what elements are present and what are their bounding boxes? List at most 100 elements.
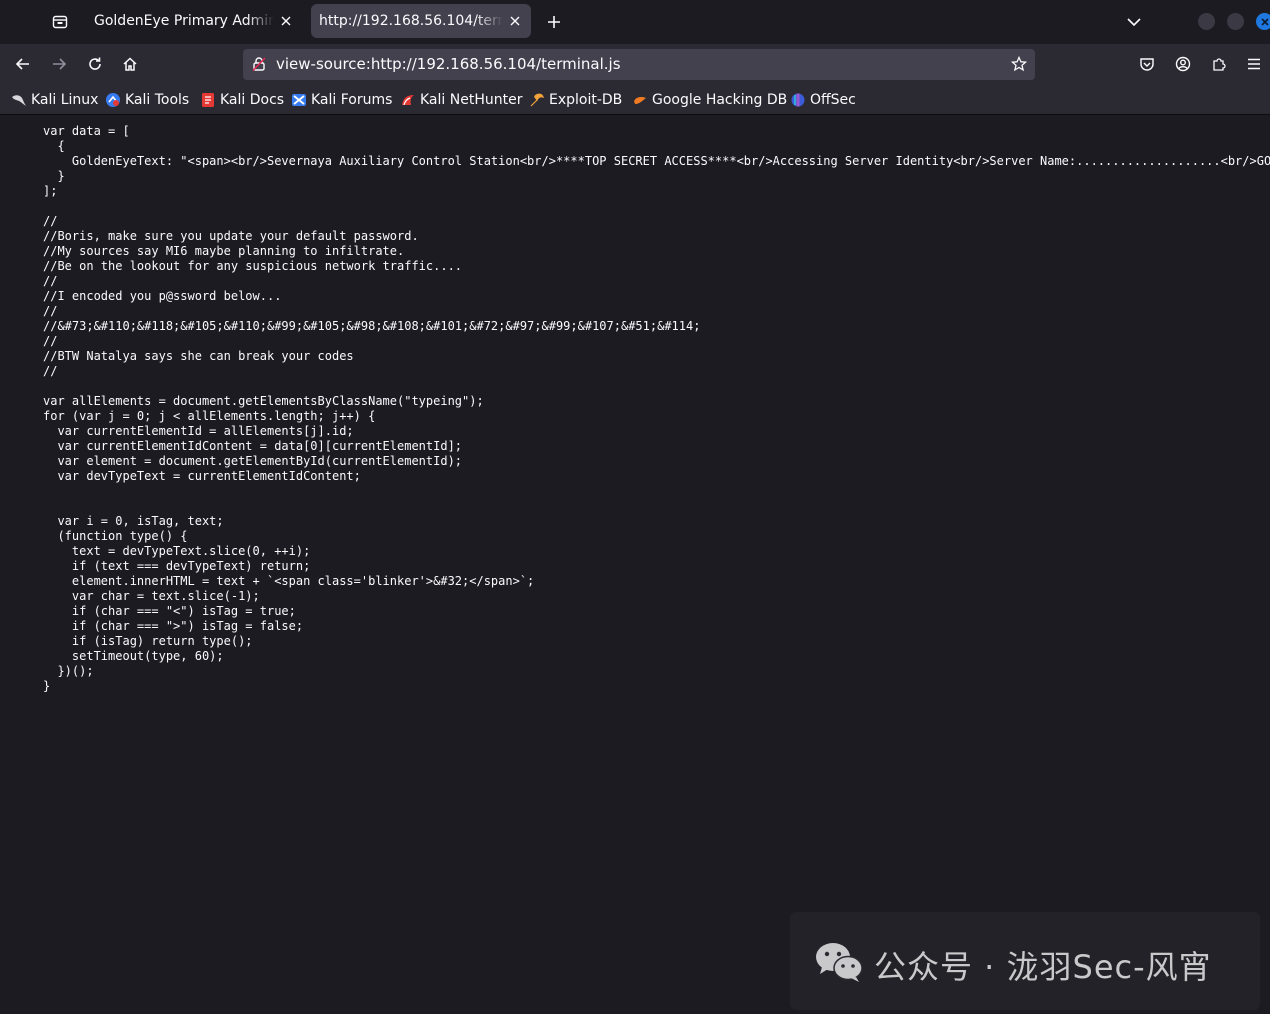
back-button[interactable] (7, 48, 39, 80)
source-line: for (var j = 0; j < allElements.length; … (43, 409, 376, 423)
maximize-window-button[interactable] (1227, 13, 1244, 30)
bookmark-kali-docs[interactable]: Kali Docs (200, 89, 284, 111)
account-icon (1175, 56, 1191, 72)
new-tab-button[interactable] (540, 8, 568, 36)
insecure-lock-icon[interactable] (251, 56, 267, 72)
source-line: // (43, 334, 58, 348)
source-line: var devTypeText = currentElementIdConten… (43, 469, 361, 483)
bookmark-label: Kali NetHunter (420, 92, 523, 108)
bookmark-label: Kali Tools (125, 92, 190, 108)
menu-button[interactable] (1238, 48, 1270, 80)
source-line: ]; (43, 184, 58, 198)
source-line: var currentElementId = allElements[j].id… (43, 424, 354, 438)
source-line: // (43, 304, 58, 318)
bookmark-offsec[interactable]: OffSec (790, 89, 856, 111)
source-line: })(); (43, 664, 94, 678)
bookmark-label: Google Hacking DB (652, 92, 788, 108)
wechat-icon (816, 943, 863, 982)
reload-button[interactable] (79, 48, 111, 80)
kali-nethunter-icon (400, 92, 416, 108)
source-line: var currentElementIdContent = data[0][cu… (43, 439, 463, 453)
watermark-text: 公众号 · 泷羽Sec-风宵 (874, 948, 1212, 986)
forward-button[interactable] (43, 48, 75, 80)
home-button[interactable] (114, 48, 146, 80)
arrow-left-icon (15, 58, 29, 70)
source-line: GoldenEyeText: "<span><br/>Severnaya Aux… (43, 154, 1270, 168)
source-line: //&#73;&#110;&#118;&#105;&#110;&#99;&#10… (43, 319, 701, 333)
puzzle-icon (1213, 58, 1226, 71)
pocket-button[interactable] (1131, 48, 1163, 80)
source-line: var i = 0, isTag, text; (43, 514, 224, 528)
kali-tools-icon (105, 92, 121, 108)
bookmark-label: Exploit-DB (549, 92, 623, 108)
source-line: //I encoded you p@ssword below... (43, 289, 282, 303)
extensions-button[interactable] (1203, 48, 1235, 80)
source-line: if (isTag) return type(); (43, 634, 253, 648)
close-icon (1260, 17, 1269, 26)
source-line: var char = text.slice(-1); (43, 589, 260, 603)
watermark: 公众号 · 泷羽Sec-风宵 (790, 912, 1260, 1010)
source-line: //Be on the lookout for any suspicious n… (43, 259, 463, 273)
close-tab-button[interactable] (278, 13, 294, 29)
bookmarks-toolbar: Kali Linux Kali Tools Kali Docs Kali For… (0, 85, 1270, 115)
source-line: (function type() { (43, 529, 188, 543)
source-line: //Boris, make sure you update your defau… (43, 229, 419, 243)
bookmark-exploit-db[interactable]: Exploit-DB (529, 89, 622, 111)
firefox-view-icon (52, 15, 68, 29)
tab-terminal-js[interactable]: http://192.168.56.104/termin (311, 4, 531, 38)
source-line: setTimeout(type, 60); (43, 649, 224, 663)
source-line: if (char === ">") isTag = false; (43, 619, 304, 633)
tab-goldeneye-admin[interactable]: GoldenEye Primary Admin Se (86, 4, 302, 38)
navigation-toolbar: view-source:http://192.168.56.104/termin… (0, 44, 1270, 85)
bookmark-google-hacking-db[interactable]: Google Hacking DB (632, 89, 787, 111)
kali-docs-icon (200, 92, 216, 108)
view-source-content: var data = [ { GoldenEyeText: "<span><br… (0, 116, 1270, 1014)
bookmark-kali-tools[interactable]: Kali Tools (105, 89, 189, 111)
plus-icon (548, 16, 560, 28)
source-line: var data = [ (43, 124, 130, 138)
kali-dragon-icon (11, 92, 27, 108)
tab-title: http://192.168.56.104/termin (319, 13, 503, 29)
source-line: var element = document.getElementById(cu… (43, 454, 463, 468)
source-line: if (text === devTypeText) return; (43, 559, 311, 573)
source-line: // (43, 274, 58, 288)
source-line: // (43, 364, 58, 378)
url-text: view-source:http://192.168.56.104/termin… (276, 55, 621, 73)
exploit-db-icon (529, 92, 545, 108)
star-icon (1011, 56, 1027, 72)
close-tab-button[interactable] (507, 13, 523, 29)
bookmark-label: Kali Docs (220, 92, 285, 108)
close-icon (510, 16, 520, 26)
pocket-icon (1140, 58, 1154, 71)
source-line: if (char === "<") isTag = true; (43, 604, 296, 618)
source-line: } (43, 169, 65, 183)
source-line: { (43, 139, 65, 153)
source-line: } (43, 679, 51, 693)
source-line: //My sources say MI6 maybe planning to i… (43, 244, 405, 258)
source-line: element.innerHTML = text + `<span class=… (43, 574, 535, 588)
source-code: var data = [ { GoldenEyeText: "<span><br… (43, 124, 1270, 694)
source-line: text = devTypeText.slice(0, ++i); (43, 544, 311, 558)
firefox-view-button[interactable] (44, 6, 76, 38)
chevron-down-icon (1127, 18, 1141, 27)
list-all-tabs-button[interactable] (1120, 8, 1148, 36)
close-window-button[interactable] (1256, 13, 1270, 30)
offsec-icon (790, 92, 806, 108)
close-icon (281, 16, 291, 26)
bookmark-label: Kali Linux (31, 92, 99, 108)
ghdb-icon (632, 92, 648, 108)
source-line: var allElements = document.getElementsBy… (43, 394, 484, 408)
account-button[interactable] (1167, 48, 1199, 80)
kali-forums-icon (291, 92, 307, 108)
bookmark-star-button[interactable] (1009, 54, 1029, 74)
bookmark-kali-forums[interactable]: Kali Forums (291, 89, 392, 111)
reload-icon (89, 57, 101, 70)
minimize-window-button[interactable] (1198, 13, 1215, 30)
bookmark-label: Kali Forums (311, 92, 393, 108)
address-bar[interactable]: view-source:http://192.168.56.104/termin… (243, 49, 1035, 80)
bookmark-kali-nethunter[interactable]: Kali NetHunter (400, 89, 522, 111)
arrow-right-icon (53, 58, 67, 70)
home-icon (123, 57, 137, 71)
bookmark-kali-linux[interactable]: Kali Linux (11, 89, 98, 111)
bookmark-label: OffSec (810, 92, 856, 108)
